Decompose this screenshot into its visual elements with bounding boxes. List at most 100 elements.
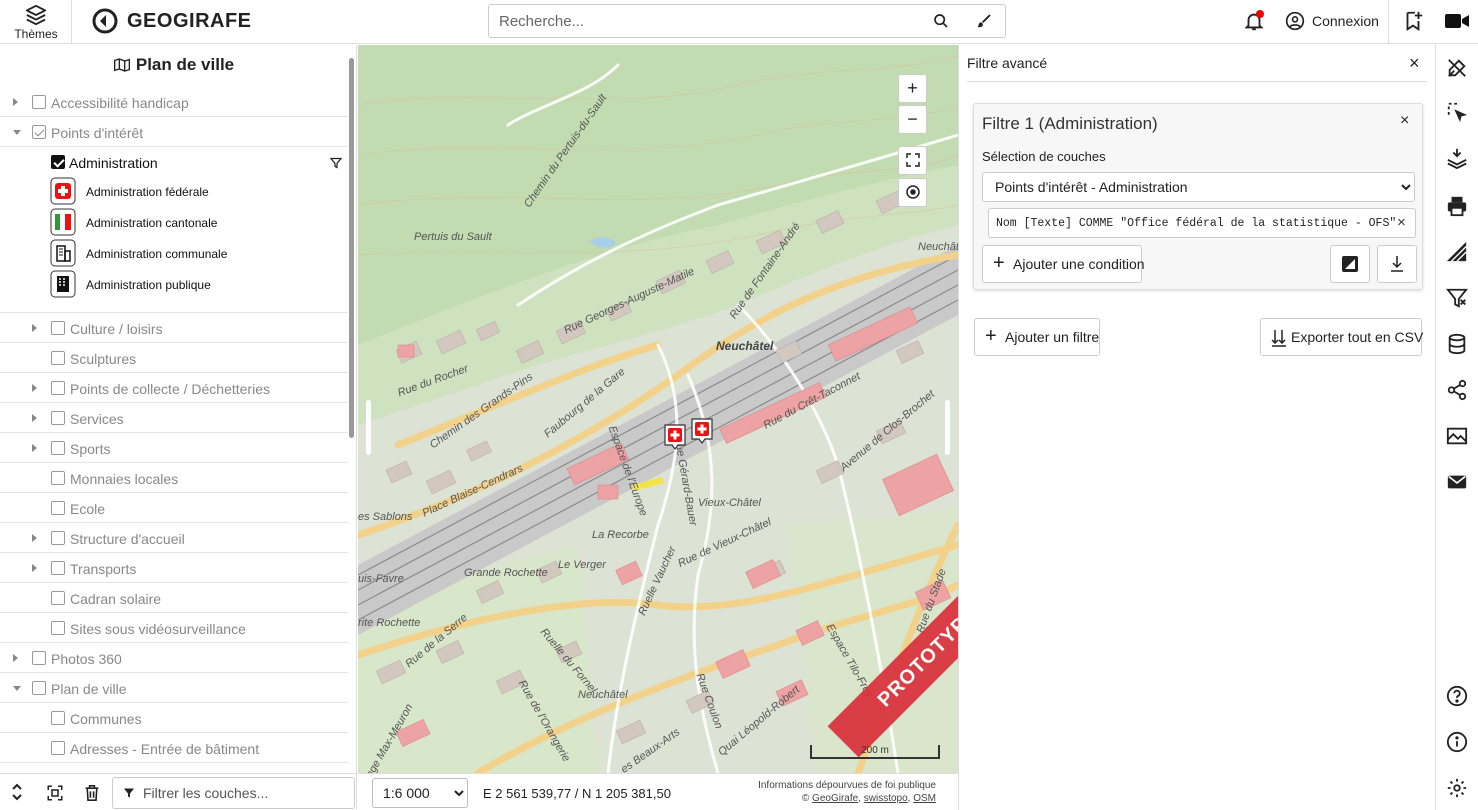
layer-checkbox[interactable] [51,351,65,365]
layer-tree-item[interactable]: Accessibilité handicap [0,88,348,117]
layer-checkbox[interactable] [51,441,65,455]
settings-gear-icon[interactable] [1446,777,1468,799]
brush-icon[interactable] [976,13,992,29]
layer-checkbox[interactable] [51,591,65,605]
caret-down-icon[interactable] [13,686,21,691]
remove-filter-button[interactable]: × [1400,112,1409,130]
layer-tree-item[interactable]: Plan de ville [0,674,348,703]
add-filter-button[interactable]: + Ajouter un filtre [974,318,1100,356]
layer-checkbox[interactable] [51,711,65,725]
caret-right-icon[interactable] [32,564,37,572]
layer-tree-item[interactable]: Structure d'accueil [0,524,348,553]
caret-right-icon[interactable] [32,534,37,542]
database-icon[interactable] [1446,333,1468,355]
caret-right-icon[interactable] [13,98,18,106]
layer-label: Ecole [70,501,106,517]
geolocate-button[interactable] [898,178,927,207]
layer-checkbox[interactable] [51,561,65,575]
layer-tree-item[interactable]: Sports [0,434,348,463]
expand-collapse-icon[interactable] [10,782,24,802]
advanced-filter-icon[interactable] [1446,287,1468,309]
trash-icon[interactable] [84,784,100,802]
layer-tree-item[interactable]: Points de collecte / Déchetteries [0,374,348,403]
layer-tree-item[interactable]: Monnaies locales [0,464,348,493]
video-camera-icon[interactable] [1444,10,1470,32]
link-geogirafe[interactable]: GeoGirafe [812,793,858,804]
zoom-out-button[interactable]: − [898,105,927,134]
layer-tree-item[interactable]: Cadran solaire [0,584,348,613]
caret-right-icon[interactable] [32,444,37,452]
layer-tree-item[interactable]: Administration [0,148,348,177]
layer-checkbox[interactable] [51,471,65,485]
layer-checkbox[interactable] [51,321,65,335]
caret-right-icon[interactable] [32,384,37,392]
marker-federal-2[interactable] [690,417,714,445]
filter-panel-divider [967,81,1427,82]
layer-tree-item[interactable]: Adresses - Entrée de bâtiment [0,734,348,763]
remove-condition-button[interactable]: × [1397,214,1406,231]
layer-label: Points de collecte / Déchetteries [70,381,270,397]
zoom-extent-icon[interactable] [46,784,64,802]
layer-checkbox[interactable] [51,621,65,635]
caret-down-icon[interactable] [13,130,21,135]
fullscreen-button[interactable] [898,146,927,175]
layer-checkbox[interactable] [51,155,65,169]
close-filter-panel-button[interactable]: × [1409,53,1420,74]
zoom-in-button[interactable]: + [898,74,927,103]
image-export-icon[interactable] [1446,425,1468,447]
layer-tree-item[interactable]: Photos 360 [0,644,348,673]
search-icon[interactable] [933,13,949,29]
notifications-button[interactable] [1243,10,1265,35]
layer-checkbox[interactable] [32,95,46,109]
marker-federal-1[interactable] [663,423,687,451]
layer-filter-input[interactable] [143,778,348,808]
caret-right-icon[interactable] [13,654,18,662]
map-right-handle[interactable] [945,400,950,455]
layer-filter-icon[interactable] [330,157,342,169]
drawing-tools-icon[interactable] [1446,57,1468,79]
search-input[interactable] [499,5,919,37]
add-condition-button[interactable]: + Ajouter une condition [982,245,1145,283]
layer-tree-item[interactable]: Communes [0,704,348,733]
layer-select[interactable]: Points d'intérêt - Administration [982,172,1415,202]
export-icon [1271,330,1286,347]
selection-icon[interactable] [1446,101,1468,123]
layer-tree-scrollbar[interactable] [349,58,354,438]
terrain-icon[interactable] [1446,241,1468,263]
themes-button[interactable]: Thèmes [0,0,72,44]
layer-checkbox[interactable] [51,531,65,545]
info-icon[interactable] [1446,731,1468,753]
scale-select[interactable]: 1:6 000 [372,778,468,808]
layer-checkbox[interactable] [51,501,65,515]
layer-tree-item[interactable]: Ecole [0,494,348,523]
layer-tree-item[interactable]: Points d'intérêt [0,118,348,147]
map-left-handle[interactable] [366,400,371,455]
download-button[interactable] [1377,245,1417,283]
layer-checkbox[interactable] [32,651,46,665]
layer-checkbox[interactable] [51,381,65,395]
mail-icon[interactable] [1446,471,1468,493]
link-osm[interactable]: OSM [913,793,936,804]
layer-tree-item[interactable]: Culture / loisirs [0,314,348,343]
map-view[interactable]: Neuchâtel Pertuis du Sault Chemin du Per… [358,45,958,773]
layer-tree-item[interactable]: Sculptures [0,344,348,373]
layer-tree-item[interactable]: Transports [0,554,348,583]
apply-on-map-button[interactable] [1330,245,1370,283]
layer-checkbox[interactable] [32,681,46,695]
layer-checkbox[interactable] [51,411,65,425]
layer-tree-item[interactable]: Services [0,404,348,433]
condition-text: Nom [Texte] COMME "Office fédéral de la … [996,217,1397,230]
add-condition-label: Ajouter une condition [1013,256,1145,272]
layer-checkbox[interactable] [51,741,65,755]
layer-add-icon[interactable] [1446,147,1468,169]
printer-icon[interactable] [1446,195,1468,217]
caret-right-icon[interactable] [32,324,37,332]
share-icon[interactable] [1446,379,1468,401]
caret-right-icon[interactable] [32,414,37,422]
layer-checkbox[interactable] [32,125,46,139]
help-icon[interactable] [1446,685,1468,707]
add-bookmark-icon[interactable] [1402,10,1424,32]
layer-tree-item[interactable]: Sites sous vidéosurveillance [0,614,348,643]
export-csv-button[interactable]: Exporter tout en CSV [1260,318,1423,356]
link-swisstopo[interactable]: swisstopo [864,793,908,804]
